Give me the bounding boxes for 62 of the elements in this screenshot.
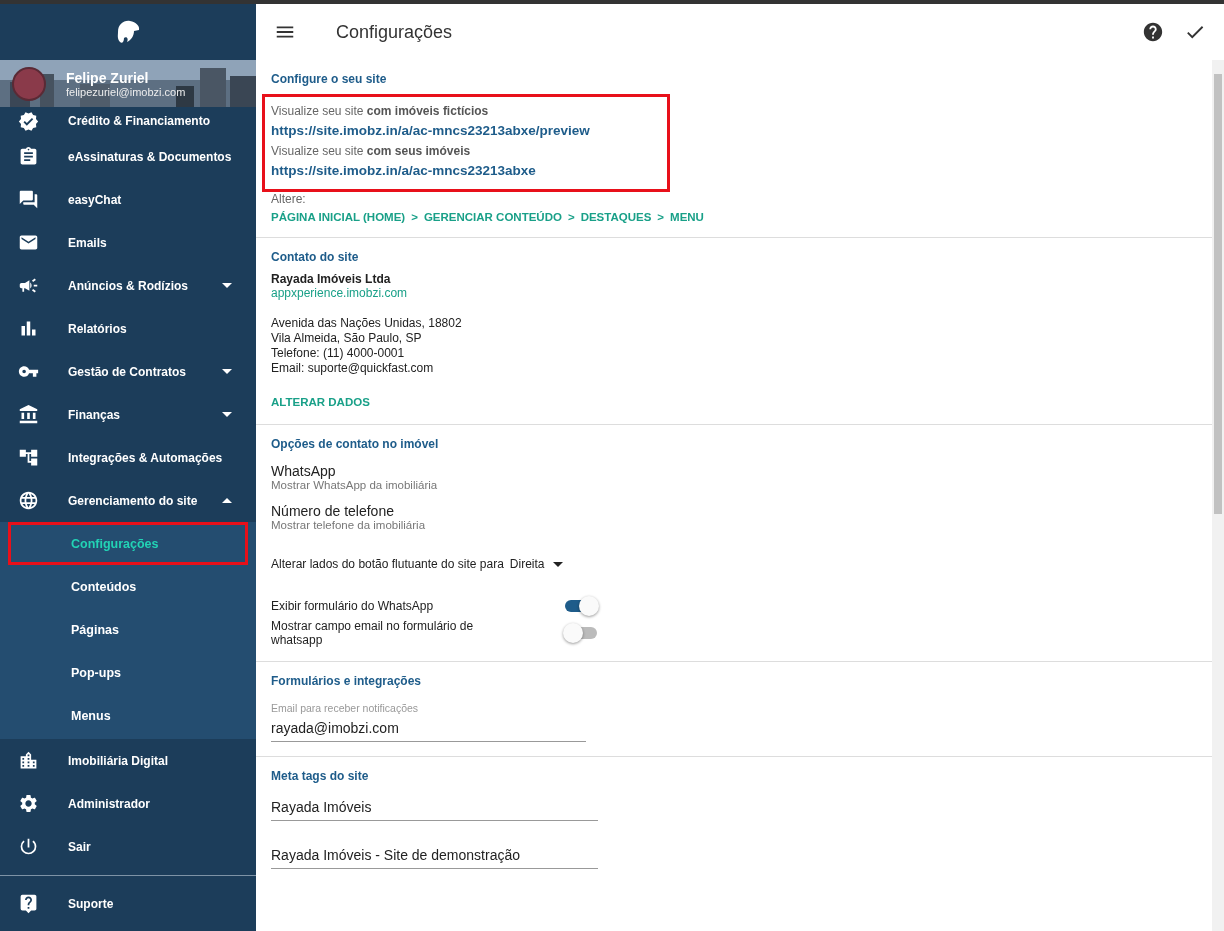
breadcrumb-separator: > <box>657 211 665 223</box>
section-title: Opções de contato no imóvel <box>271 437 440 451</box>
nav-item[interactable]: Imobiliária Digital <box>0 739 256 782</box>
help-icon <box>18 893 39 914</box>
company-name: Rayada Imóveis Ltda <box>271 272 392 286</box>
nav-item[interactable]: Relatórios <box>0 307 256 350</box>
option-subtitle: Mostrar telefone da imobiliária <box>271 519 427 531</box>
toggle-label: Exibir formulário do WhatsApp <box>271 599 435 613</box>
user-name: Felipe Zuriel <box>66 69 150 86</box>
contact-line: Telefone: (11) 4000-0001 <box>271 346 406 361</box>
submenu-item[interactable]: Menus <box>8 694 248 737</box>
nav-item[interactable]: Administrador <box>0 782 256 825</box>
nav-item[interactable]: Sair <box>0 825 256 868</box>
nav-item[interactable]: eAssinaturas & Documentos <box>0 135 256 178</box>
nav-item[interactable]: Emails <box>0 221 256 264</box>
nav-item[interactable]: Finanças <box>0 393 256 436</box>
settings-icon <box>18 793 39 814</box>
clipboard-edit-icon <box>18 146 39 167</box>
badge-check-icon <box>18 110 39 132</box>
scrollbar[interactable] <box>1212 60 1224 931</box>
globe-icon <box>18 490 39 511</box>
preview-caption: Visualize seu site com seus imóveis <box>271 144 472 158</box>
nav-item[interactable]: easyChat <box>0 178 256 221</box>
user-email: felipezuriel@imobzi.com <box>66 85 186 98</box>
nav-item[interactable]: Crédito & Financiamento <box>0 107 256 135</box>
submenu-item[interactable]: Configurações <box>8 522 248 565</box>
caret-icon <box>552 561 563 567</box>
hierarchy-icon <box>18 447 39 468</box>
option-subtitle: Mostrar WhatsApp da imobiliária <box>271 479 439 491</box>
power-icon <box>18 836 39 857</box>
breadcrumb-separator: > <box>567 211 575 223</box>
toggle-label: Mostrar campo email no formulário de whatsapp <box>271 619 475 647</box>
option-title: Número de telefone <box>271 503 395 519</box>
change-label: Altere: <box>271 192 307 206</box>
page-title: Configurações <box>336 21 454 43</box>
site-link[interactable]: https://site.imobz.in/a/ac-mncs23213abxe <box>271 163 661 178</box>
contact-line: Avenida das Nações Unidas, 18802 <box>271 316 463 331</box>
side-dropdown[interactable]: Direita <box>503 557 563 571</box>
section-title: Formulários e integrações <box>271 674 423 688</box>
preview-caption: Visualize seu site com imóveis fictícios <box>271 104 490 118</box>
contact-line: Vila Almeida, São Paulo, SP <box>271 331 423 346</box>
option-title: WhatsApp <box>271 463 337 479</box>
nav-item[interactable]: Gerenciamento do site <box>0 479 256 522</box>
section-title: Configure o seu site <box>271 72 388 86</box>
nav-item[interactable]: Gestão de Contratos <box>0 350 256 393</box>
chat-icon <box>18 189 39 210</box>
buildings-icon <box>18 750 39 771</box>
submenu-item[interactable]: Conteúdos <box>8 565 248 608</box>
contact-line: Email: suporte@quickfast.com <box>271 361 435 376</box>
float-button-label: Alterar lados do botão flutuante do site para <box>271 557 504 571</box>
field-label: Email para receber notificações <box>271 702 420 714</box>
section-title: Meta tags do site <box>271 769 370 783</box>
breadcrumb-separator: > <box>411 211 418 223</box>
help-button[interactable] <box>1142 21 1164 43</box>
nav-item[interactable]: Suporte <box>0 882 256 925</box>
section-title: Contato do site <box>271 250 360 264</box>
submenu-item[interactable]: Páginas <box>8 608 248 651</box>
nav-item[interactable]: Integrações & Automações <box>0 436 256 479</box>
site-link[interactable]: https://site.imobz.in/a/ac-mncs23213abxe/preview <box>271 123 661 138</box>
submenu-item[interactable]: Pop-ups <box>8 651 248 694</box>
bank-icon <box>18 404 39 425</box>
nav-item[interactable]: Anúncios & Rodízios <box>0 264 256 307</box>
